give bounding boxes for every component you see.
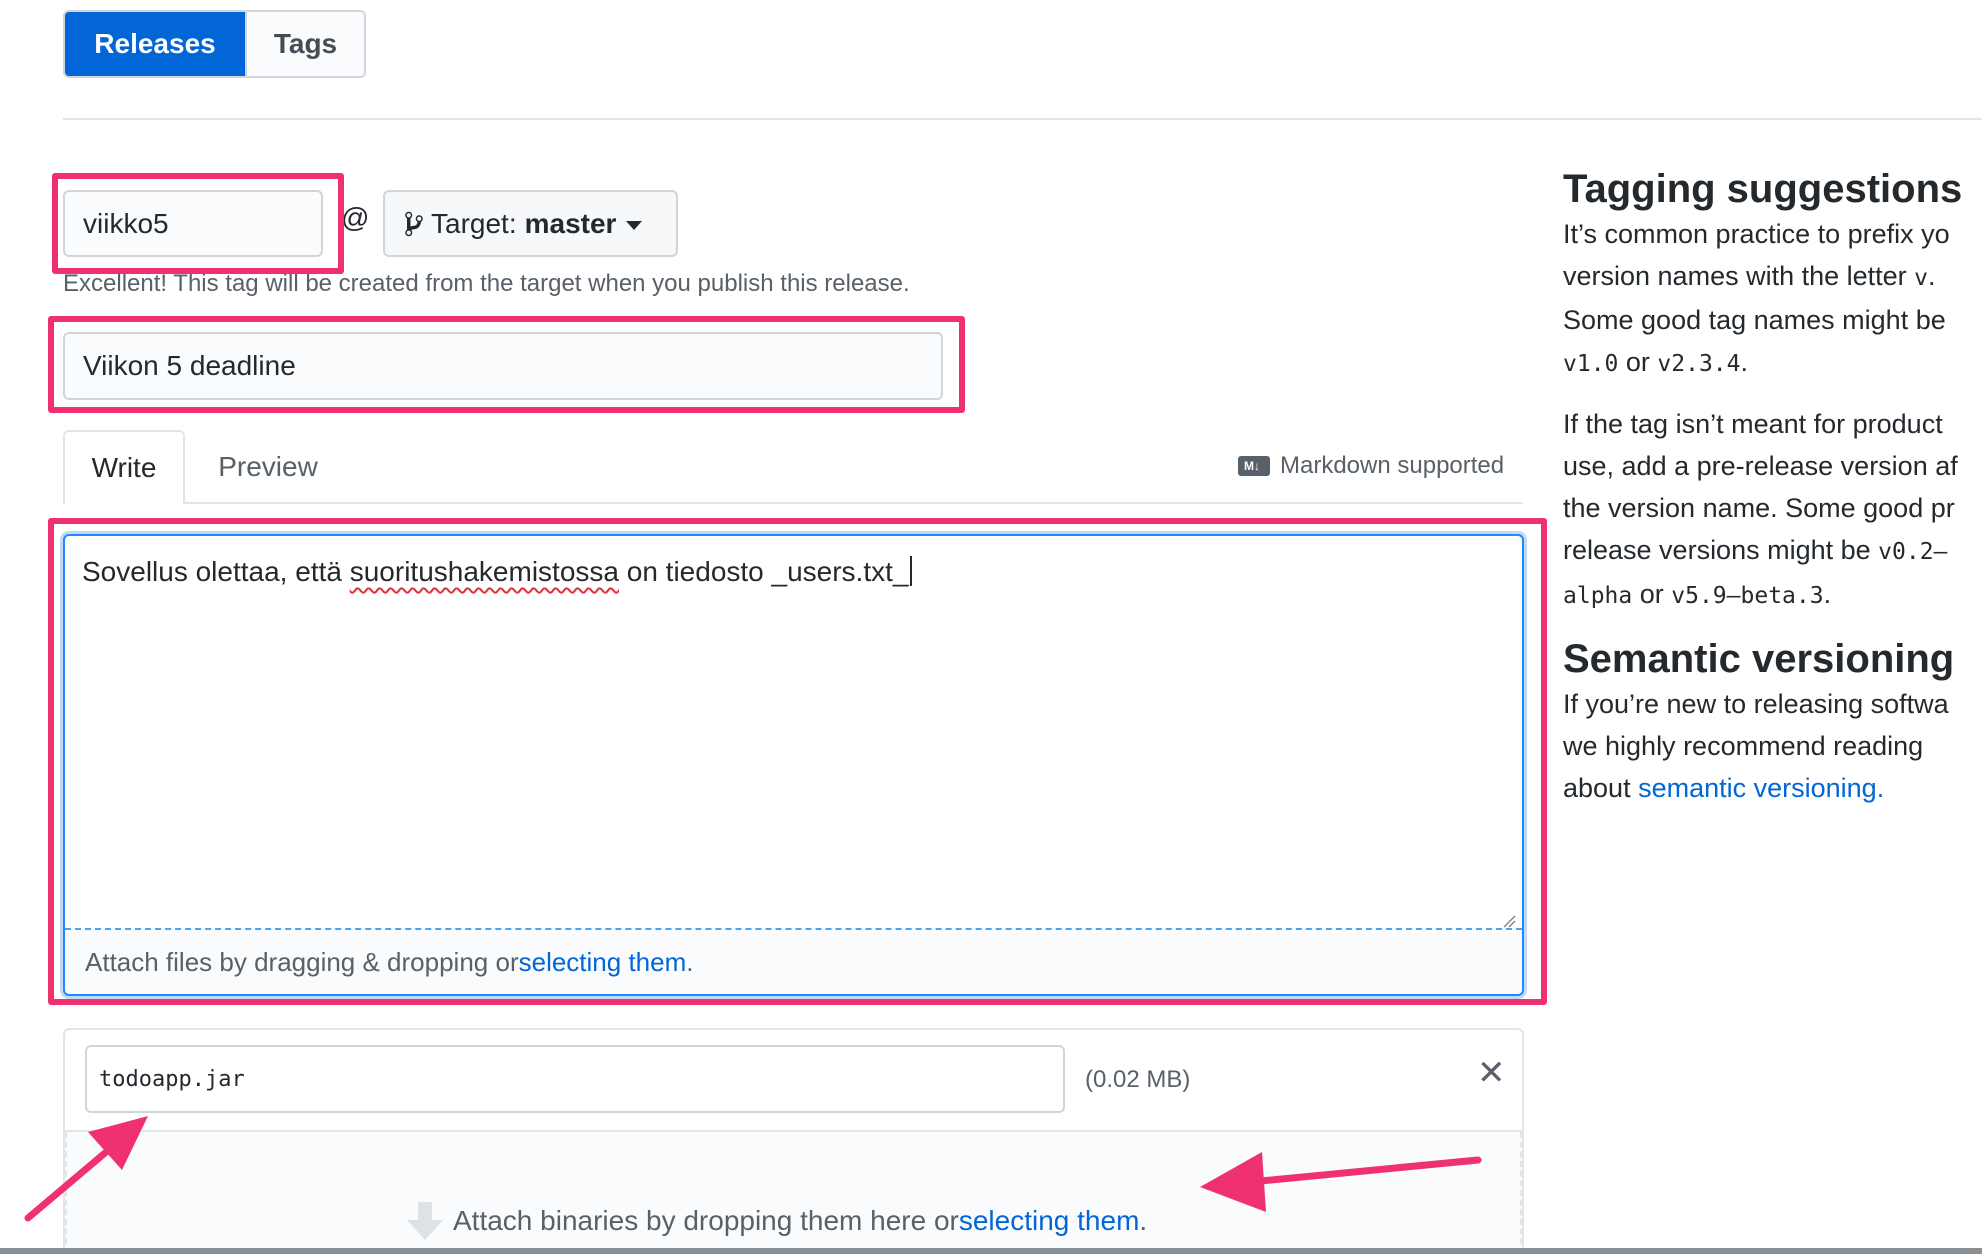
code-snippet: v0.2– — [1878, 539, 1948, 565]
markdown-hint-label: Markdown supported — [1280, 452, 1505, 479]
branch-icon — [405, 211, 423, 236]
sidebar-help: Tagging suggestions It’s common practice… — [1563, 165, 1982, 809]
target-branch-name: master — [524, 207, 617, 239]
highlight-box-description — [48, 518, 1547, 1005]
select-binaries-link[interactable]: selecting them — [959, 1205, 1140, 1237]
semantic-versioning-link[interactable]: semantic versioning. — [1638, 773, 1884, 803]
sidebar-text: Some good tag names might be — [1563, 305, 1946, 335]
sidebar-text-part: version names with the letter — [1563, 261, 1915, 291]
code-snippet: v — [1914, 265, 1929, 291]
tab-preview[interactable]: Preview — [200, 430, 336, 504]
sidebar-text: v1.0 or v2.3.4. — [1563, 341, 1982, 385]
sidebar-text: If the tag isn’t meant for product — [1563, 409, 1943, 439]
sidebar-text-part: or — [1632, 579, 1672, 609]
tab-write[interactable]: Write — [63, 430, 185, 504]
down-arrow-icon — [407, 1202, 443, 1240]
binaries-drop-label: Attach binaries by dropping them here or — [453, 1205, 959, 1236]
sidebar-text: we highly recommend reading — [1563, 731, 1924, 761]
markdown-icon: M↓ — [1238, 456, 1270, 476]
sidebar-text: If you’re new to releasing softwa — [1563, 689, 1949, 719]
binaries-drop-period: . — [1139, 1205, 1148, 1236]
sidebar-text-part: about — [1563, 773, 1639, 803]
sidebar-text: the version name. Some good pr — [1563, 493, 1955, 523]
tab-tags[interactable]: Tags — [245, 12, 364, 76]
sidebar-text-part: release versions might be — [1563, 535, 1879, 565]
binaries-dropzone[interactable]: Attach binaries by dropping them here or… — [65, 1132, 1522, 1254]
code-snippet: v5.9–beta.3 — [1671, 583, 1824, 609]
binaries-panel: todoapp.jar (0.02 MB) ✕ Attach binaries … — [63, 1028, 1524, 1254]
markdown-supported-link[interactable]: M↓ Markdown supported — [1238, 452, 1504, 480]
sidebar-text-part: or — [1618, 347, 1658, 377]
header-divider — [63, 118, 1982, 120]
remove-file-icon[interactable]: ✕ — [1477, 1056, 1506, 1090]
at-sign: @ — [341, 202, 370, 233]
tab-releases[interactable]: Releases — [65, 12, 245, 76]
semantic-versioning-heading: Semantic versioning — [1563, 637, 1955, 681]
sidebar-text: It’s common practice to prefix yo — [1563, 219, 1950, 249]
sidebar-text: version names with the letter v. — [1563, 255, 1982, 299]
binary-filename-input[interactable]: todoapp.jar — [85, 1045, 1065, 1113]
sidebar-text: alpha or v5.9–beta.3. — [1563, 573, 1982, 617]
target-branch-button[interactable]: Target: master — [383, 190, 678, 257]
sidebar-text: use, add a pre-release version af — [1563, 451, 1958, 481]
code-snippet: alpha — [1563, 583, 1633, 609]
highlight-box-title — [48, 316, 965, 413]
window-bottom-edge — [0, 1248, 1982, 1254]
releases-tags-switcher: Releases Tags — [63, 10, 366, 78]
binaries-drop-text: Attach binaries by dropping them here or… — [407, 1202, 1147, 1240]
tag-hint: Excellent! This tag will be created from… — [63, 270, 910, 297]
sidebar-text-part: . — [1823, 579, 1832, 609]
code-snippet: v1.0 — [1563, 351, 1619, 377]
sidebar-text: release versions might be v0.2– — [1563, 529, 1982, 573]
binary-file-size: (0.02 MB) — [1085, 1066, 1191, 1093]
caret-down-icon — [626, 220, 643, 230]
target-label: Target: — [431, 207, 517, 239]
sidebar-text-part: . — [1740, 347, 1749, 377]
tabs-divider — [63, 502, 1523, 504]
tagging-suggestions-heading: Tagging suggestions — [1563, 167, 1963, 211]
code-snippet: v2.3.4 — [1657, 351, 1741, 377]
highlight-box-tag — [52, 173, 344, 274]
markdown-logo-text: M↓ — [1244, 459, 1260, 473]
sidebar-text: about semantic versioning. — [1563, 767, 1982, 809]
binary-file-row: todoapp.jar (0.02 MB) ✕ — [65, 1030, 1522, 1132]
sidebar-text-part: . — [1928, 261, 1936, 291]
